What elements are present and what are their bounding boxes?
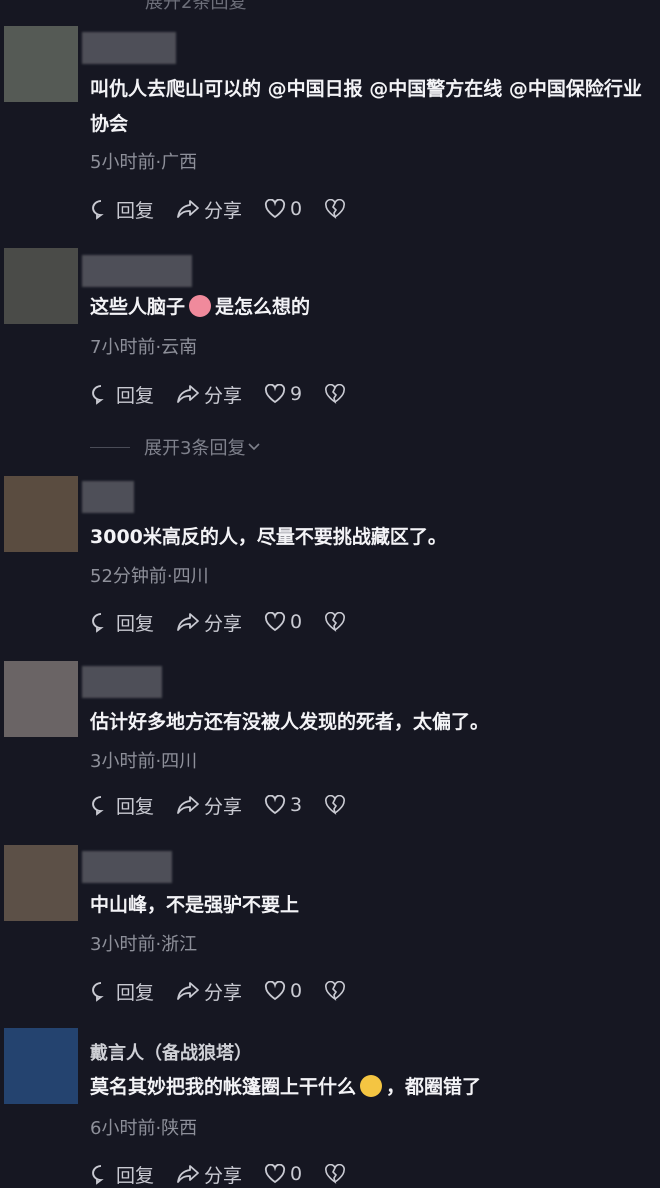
comment-text: 叫仇人去爬山可以的 @中国日报 @中国警方在线 @中国保险行业协会 — [90, 78, 642, 135]
heart-icon — [264, 795, 286, 815]
avatar[interactable] — [4, 476, 78, 552]
dislike-button[interactable] — [324, 199, 350, 219]
comment-text: 3000米高反的人，尽量不要挑战藏区了。 — [90, 526, 447, 548]
broken-heart-icon — [325, 981, 346, 1001]
comment-meta: 3小时前·浙江 — [90, 934, 198, 955]
reply-button[interactable]: 回复 — [90, 978, 154, 1005]
share-icon — [177, 200, 199, 218]
comment-text: 中山峰，不是强驴不要上 — [90, 894, 300, 916]
comment-actions: 回复 分享 0 — [90, 195, 372, 223]
share-button[interactable]: 分享 — [176, 792, 242, 819]
expand-replies-button[interactable]: 展开3条回复 — [90, 434, 261, 460]
reply-button[interactable]: 回复 — [90, 609, 154, 636]
share-button[interactable]: 分享 — [176, 381, 242, 408]
expand-replies-partial[interactable]: 展开2条回复 — [145, 0, 246, 14]
avatar[interactable] — [4, 26, 78, 102]
reply-icon — [92, 385, 104, 405]
like-button[interactable]: 3 — [264, 794, 302, 816]
comment-actions: 回复 分享 0 — [90, 608, 372, 636]
broken-heart-icon — [325, 795, 346, 815]
avatar[interactable] — [4, 248, 78, 324]
reply-icon — [92, 982, 104, 1002]
reply-button[interactable]: 回复 — [90, 792, 154, 819]
brain-emoji-icon — [189, 295, 212, 317]
reply-button[interactable]: 回复 — [90, 196, 154, 223]
divider — [90, 446, 130, 448]
avatar[interactable] — [4, 661, 78, 737]
comment-actions: 回复 分享 3 — [90, 791, 372, 819]
username-blurred[interactable] — [82, 851, 172, 883]
comment-text: 估计好多地方还有没被人发现的死者，太偏了。 — [90, 711, 490, 733]
share-icon — [177, 1165, 199, 1183]
username[interactable]: 戴言人（备战狼塔） — [90, 1039, 252, 1065]
share-icon — [177, 385, 199, 403]
comment-meta: 6小时前·陕西 — [90, 1118, 198, 1139]
chevron-down-icon — [248, 443, 261, 451]
like-button[interactable]: 0 — [264, 198, 302, 220]
reply-icon — [92, 613, 104, 633]
broken-heart-icon — [325, 612, 346, 632]
reply-icon — [92, 200, 104, 220]
avatar[interactable] — [4, 1028, 78, 1104]
comment-text: 这些人脑子 是怎么想的 — [90, 295, 311, 318]
dislike-button[interactable] — [324, 795, 350, 815]
share-button[interactable]: 分享 — [176, 609, 242, 636]
username-blurred[interactable] — [82, 255, 192, 287]
broken-heart-icon — [325, 1164, 346, 1184]
broken-heart-icon — [325, 384, 346, 404]
broken-heart-icon — [325, 199, 346, 219]
comment-meta: 3小时前·四川 — [90, 751, 198, 772]
heart-icon — [264, 384, 286, 404]
heart-icon — [264, 1164, 286, 1184]
reply-button[interactable]: 回复 — [90, 381, 154, 408]
comment-text: 莫名其妙把我的帐篷圈上干什么 ，都圈错了 — [90, 1075, 482, 1098]
share-icon — [177, 796, 199, 814]
share-icon — [177, 613, 199, 631]
comment-meta: 7小时前·云南 — [90, 337, 198, 358]
share-icon — [177, 982, 199, 1000]
dislike-button[interactable] — [324, 981, 350, 1001]
username-blurred[interactable] — [82, 666, 162, 698]
reply-icon — [92, 1165, 104, 1185]
reply-button[interactable]: 回复 — [90, 1161, 154, 1188]
comment-actions: 回复 分享 0 — [90, 1160, 372, 1188]
dislike-button[interactable] — [324, 612, 350, 632]
share-button[interactable]: 分享 — [176, 978, 242, 1005]
heart-icon — [264, 199, 286, 219]
comment-actions: 回复 分享 9 — [90, 380, 372, 408]
like-button[interactable]: 0 — [264, 980, 302, 1002]
dislike-button[interactable] — [324, 384, 350, 404]
like-button[interactable]: 0 — [264, 1163, 302, 1185]
reply-icon — [92, 796, 104, 816]
share-button[interactable]: 分享 — [176, 196, 242, 223]
comment-actions: 回复 分享 0 — [90, 977, 372, 1005]
comment-meta: 5小时前·广西 — [90, 152, 198, 173]
like-button[interactable]: 9 — [264, 383, 302, 405]
heart-icon — [264, 981, 286, 1001]
username-blurred[interactable] — [82, 32, 176, 64]
share-button[interactable]: 分享 — [176, 1161, 242, 1188]
comment-meta: 52分钟前·四川 — [90, 566, 209, 587]
heart-icon — [264, 612, 286, 632]
avatar[interactable] — [4, 845, 78, 921]
dislike-button[interactable] — [324, 1164, 350, 1184]
like-button[interactable]: 0 — [264, 611, 302, 633]
crying-laughing-emoji-icon — [360, 1075, 383, 1097]
username-blurred[interactable] — [82, 481, 134, 513]
